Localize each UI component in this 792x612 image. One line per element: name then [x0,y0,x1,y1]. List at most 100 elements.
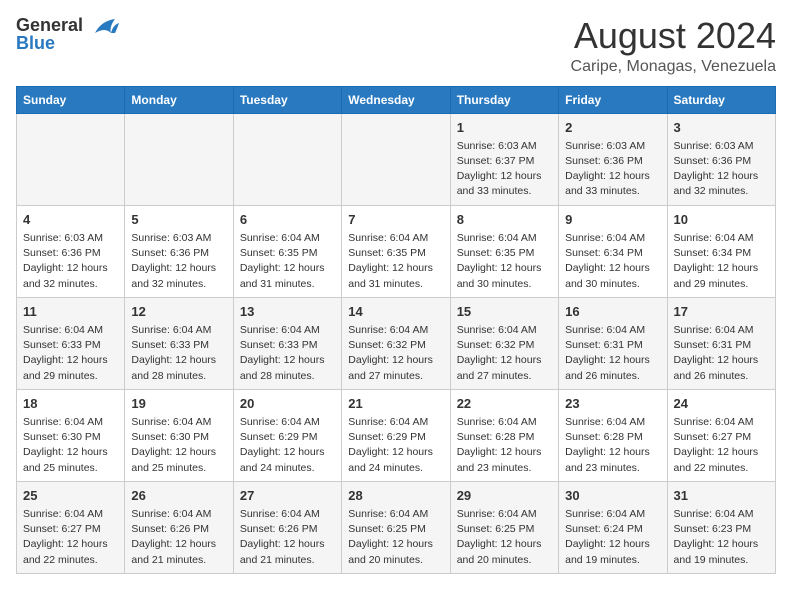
day-info: Sunrise: 6:04 AM Sunset: 6:23 PM Dayligh… [674,507,769,568]
day-number: 21 [348,395,443,413]
logo: General Blue [16,16,119,52]
day-number: 14 [348,303,443,321]
calendar-cell: 16 Sunrise: 6:04 AM Sunset: 6:31 PM Dayli… [559,297,667,389]
calendar-cell: 23Sunrise: 6:04 AM Sunset: 6:28 PM Dayli… [559,389,667,481]
calendar-cell: 27 Sunrise: 6:04 AM Sunset: 6:26 PM Dayli… [233,481,341,573]
day-info: Sunrise: 6:04 AM Sunset: 6:35 PM Dayligh… [348,231,443,292]
calendar-cell: 3 Sunrise: 6:03 AM Sunset: 6:36 PM Daylig… [667,113,775,205]
day-header-tuesday: Tuesday [233,86,341,113]
calendar-cell [233,113,341,205]
calendar-cell: 7 Sunrise: 6:04 AM Sunset: 6:35 PM Daylig… [342,205,450,297]
day-info: Sunrise: 6:04 AM Sunset: 6:29 PM Dayligh… [348,415,443,476]
day-number: 8 [457,211,552,229]
calendar-cell: 15 Sunrise: 6:04 AM Sunset: 6:32 PM Dayli… [450,297,558,389]
calendar-cell: 31 Sunrise: 6:04 AM Sunset: 6:23 PM Dayli… [667,481,775,573]
day-info: Sunrise: 6:04 AM Sunset: 6:25 PM Dayligh… [457,507,552,568]
day-number: 3 [674,119,769,137]
day-info: Sunrise: 6:04 AM Sunset: 6:24 PM Dayligh… [565,507,660,568]
day-info: Sunrise: 6:04 AM Sunset: 6:30 PM Dayligh… [23,415,118,476]
day-number: 27 [240,487,335,505]
calendar-cell: 28 Sunrise: 6:04 AM Sunset: 6:25 PM Dayli… [342,481,450,573]
day-number: 11 [23,303,118,321]
day-info: Sunrise: 6:04 AM Sunset: 6:33 PM Dayligh… [240,323,335,384]
page-subtitle: Caripe, Monagas, Venezuela [571,58,776,76]
week-row-5: 25Sunrise: 6:04 AM Sunset: 6:27 PM Dayli… [17,481,776,573]
day-header-wednesday: Wednesday [342,86,450,113]
day-info: Sunrise: 6:04 AM Sunset: 6:27 PM Dayligh… [674,415,769,476]
calendar-cell: 20Sunrise: 6:04 AM Sunset: 6:29 PM Dayli… [233,389,341,481]
day-number: 28 [348,487,443,505]
day-number: 18 [23,395,118,413]
day-info: Sunrise: 6:04 AM Sunset: 6:32 PM Dayligh… [457,323,552,384]
calendar-cell: 12 Sunrise: 6:04 AM Sunset: 6:33 PM Dayli… [125,297,233,389]
day-info: Sunrise: 6:03 AM Sunset: 6:36 PM Dayligh… [565,139,660,200]
day-number: 15 [457,303,552,321]
day-info: Sunrise: 6:04 AM Sunset: 6:33 PM Dayligh… [131,323,226,384]
calendar-cell: 21 Sunrise: 6:04 AM Sunset: 6:29 PM Dayli… [342,389,450,481]
week-row-2: 4 Sunrise: 6:03 AM Sunset: 6:36 PM Daylig… [17,205,776,297]
day-info: Sunrise: 6:04 AM Sunset: 6:32 PM Dayligh… [348,323,443,384]
week-row-1: 1 Sunrise: 6:03 AM Sunset: 6:37 PM Daylig… [17,113,776,205]
calendar-cell [125,113,233,205]
day-number: 26 [131,487,226,505]
calendar-cell: 18 Sunrise: 6:04 AM Sunset: 6:30 PM Dayli… [17,389,125,481]
calendar-cell: 10 Sunrise: 6:04 AM Sunset: 6:34 PM Dayli… [667,205,775,297]
day-number: 17 [674,303,769,321]
calendar-cell: 19 Sunrise: 6:04 AM Sunset: 6:30 PM Dayli… [125,389,233,481]
day-number: 25 [23,487,118,505]
day-header-monday: Monday [125,86,233,113]
day-number: 4 [23,211,118,229]
week-row-4: 18 Sunrise: 6:04 AM Sunset: 6:30 PM Dayli… [17,389,776,481]
day-info: Sunrise: 6:04 AM Sunset: 6:26 PM Dayligh… [240,507,335,568]
calendar-cell [17,113,125,205]
day-number: 31 [674,487,769,505]
day-info: Sunrise: 6:04 AM Sunset: 6:34 PM Dayligh… [674,231,769,292]
logo-bird-icon [87,17,119,41]
day-info: Sunrise: 6:03 AM Sunset: 6:37 PM Dayligh… [457,139,552,200]
calendar-cell: 26 Sunrise: 6:04 AM Sunset: 6:26 PM Dayli… [125,481,233,573]
day-info: Sunrise: 6:04 AM Sunset: 6:35 PM Dayligh… [457,231,552,292]
day-number: 30 [565,487,660,505]
day-info: Sunrise: 6:04 AM Sunset: 6:28 PM Dayligh… [565,415,660,476]
calendar-cell: 14 Sunrise: 6:04 AM Sunset: 6:32 PM Dayli… [342,297,450,389]
calendar-cell: 1 Sunrise: 6:03 AM Sunset: 6:37 PM Daylig… [450,113,558,205]
day-info: Sunrise: 6:03 AM Sunset: 6:36 PM Dayligh… [674,139,769,200]
day-number: 10 [674,211,769,229]
day-info: Sunrise: 6:04 AM Sunset: 6:25 PM Dayligh… [348,507,443,568]
calendar-cell: 9 Sunrise: 6:04 AM Sunset: 6:34 PM Daylig… [559,205,667,297]
day-number: 20 [240,395,335,413]
calendar-cell: 5Sunrise: 6:03 AM Sunset: 6:36 PM Daylig… [125,205,233,297]
calendar-cell: 11 Sunrise: 6:04 AM Sunset: 6:33 PM Dayli… [17,297,125,389]
calendar-cell: 22Sunrise: 6:04 AM Sunset: 6:28 PM Dayli… [450,389,558,481]
calendar-table: SundayMondayTuesdayWednesdayThursdayFrid… [16,86,776,574]
day-number: 6 [240,211,335,229]
calendar-cell: 25Sunrise: 6:04 AM Sunset: 6:27 PM Dayli… [17,481,125,573]
day-info: Sunrise: 6:04 AM Sunset: 6:26 PM Dayligh… [131,507,226,568]
day-info: Sunrise: 6:04 AM Sunset: 6:30 PM Dayligh… [131,415,226,476]
calendar-cell: 29 Sunrise: 6:04 AM Sunset: 6:25 PM Dayli… [450,481,558,573]
calendar-cell: 17Sunrise: 6:04 AM Sunset: 6:31 PM Dayli… [667,297,775,389]
day-number: 13 [240,303,335,321]
day-number: 12 [131,303,226,321]
calendar-cell [342,113,450,205]
day-number: 19 [131,395,226,413]
day-info: Sunrise: 6:04 AM Sunset: 6:35 PM Dayligh… [240,231,335,292]
day-number: 24 [674,395,769,413]
day-number: 9 [565,211,660,229]
day-number: 5 [131,211,226,229]
day-number: 29 [457,487,552,505]
calendar-cell: 30 Sunrise: 6:04 AM Sunset: 6:24 PM Dayli… [559,481,667,573]
day-number: 1 [457,119,552,137]
day-info: Sunrise: 6:04 AM Sunset: 6:28 PM Dayligh… [457,415,552,476]
day-number: 7 [348,211,443,229]
day-info: Sunrise: 6:04 AM Sunset: 6:33 PM Dayligh… [23,323,118,384]
day-info: Sunrise: 6:04 AM Sunset: 6:31 PM Dayligh… [565,323,660,384]
title-block: August 2024 Caripe, Monagas, Venezuela [571,16,776,76]
day-info: Sunrise: 6:03 AM Sunset: 6:36 PM Dayligh… [23,231,118,292]
day-number: 16 [565,303,660,321]
day-info: Sunrise: 6:04 AM Sunset: 6:34 PM Dayligh… [565,231,660,292]
calendar-cell: 8 Sunrise: 6:04 AM Sunset: 6:35 PM Daylig… [450,205,558,297]
day-number: 2 [565,119,660,137]
logo-text-line1: General [16,16,83,34]
page-header: General Blue August 2024 Caripe, Monagas… [16,16,776,76]
